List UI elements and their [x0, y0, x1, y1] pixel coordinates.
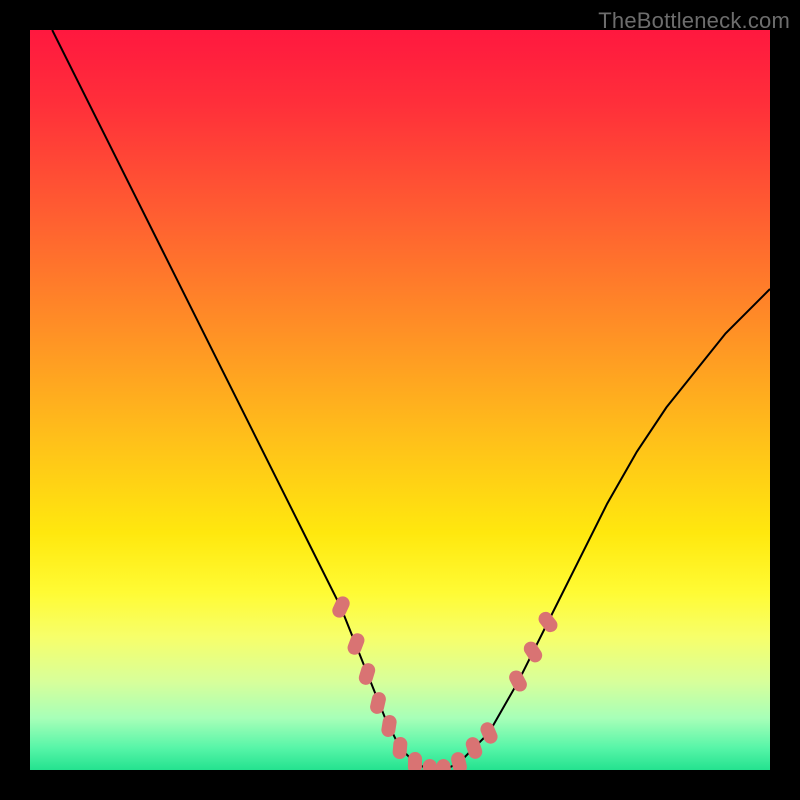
- bottleneck-curve: [30, 30, 770, 770]
- curve-marker: [422, 759, 437, 770]
- watermark-text: TheBottleneck.com: [598, 8, 790, 34]
- curve-marker: [408, 751, 422, 770]
- chart-container: TheBottleneck.com: [0, 0, 800, 800]
- plot-area: [30, 30, 770, 770]
